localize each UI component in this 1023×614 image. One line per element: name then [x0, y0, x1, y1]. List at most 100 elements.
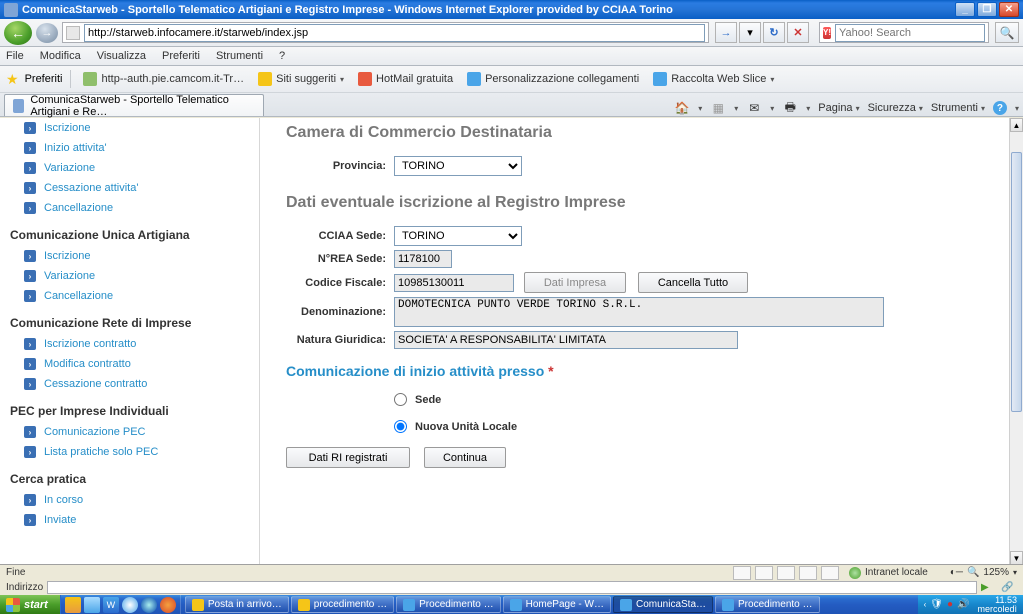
sidebar-item-art-variazione[interactable]: ›Variazione [8, 266, 251, 286]
task-homepage[interactable]: HomePage - W… [503, 596, 611, 613]
links-icon[interactable]: 🔗 [1001, 582, 1017, 593]
input-natura[interactable] [394, 331, 738, 349]
scroll-up-arrow[interactable]: ▲ [1010, 118, 1023, 132]
mail-icon[interactable]: ✉ [746, 100, 762, 116]
address-input[interactable] [84, 24, 705, 42]
fav-item-0[interactable]: http--auth.pie.camcom.it-Tr… [79, 70, 248, 88]
favorites-label[interactable]: Preferiti [25, 73, 63, 85]
feed-icon[interactable]: ▦ [710, 100, 726, 116]
tools-menu[interactable]: Strumenti▾ [931, 102, 985, 114]
ql-ie-icon[interactable] [141, 597, 157, 613]
back-button[interactable]: ← [4, 21, 32, 45]
sidebar-item-pec-com[interactable]: ›Comunicazione PEC [8, 422, 251, 442]
task-proc3[interactable]: Procedimento … [715, 596, 819, 613]
task-comunicasta[interactable]: ComunicaSta… [613, 596, 713, 613]
select-provincia[interactable]: TORINO [394, 156, 522, 176]
page-menu[interactable]: Pagina▾ [818, 102, 859, 114]
scroll-track[interactable] [1010, 132, 1023, 551]
search-input[interactable] [835, 24, 985, 42]
address-bar[interactable] [62, 22, 709, 43]
sidebar-item-iscrizione[interactable]: ›Iscrizione [8, 118, 251, 138]
sidebar-item-art-iscrizione[interactable]: ›Iscrizione [8, 246, 251, 266]
scroll-down-arrow[interactable]: ▼ [1010, 551, 1023, 565]
go-small-icon[interactable]: ▶ [981, 582, 997, 593]
radio-nuova-ul[interactable] [394, 420, 407, 433]
menu-edit[interactable]: Modifica [38, 49, 83, 63]
ql-desktop-icon[interactable] [84, 597, 100, 613]
button-continua[interactable]: Continua [424, 447, 506, 468]
sidebar-item-inviate[interactable]: ›Inviate [8, 510, 251, 530]
go-button[interactable]: → [715, 22, 737, 43]
menu-view[interactable]: Visualizza [95, 49, 148, 63]
textarea-denom[interactable]: DOMOTECNICA PUNTO VERDE TORINO S.R.L. [394, 297, 884, 327]
stop-button[interactable]: ✕ [787, 22, 809, 43]
scroll-thumb[interactable] [1011, 152, 1022, 412]
fav-item-2[interactable]: HotMail gratuita [354, 70, 457, 88]
content-area: ›Iscrizione ›Inizio attivita' ›Variazion… [0, 118, 1009, 565]
sidebar-item-in-corso[interactable]: ›In corso [8, 490, 251, 510]
sidebar-item-rete-cessazione[interactable]: ›Cessazione contratto [8, 374, 251, 394]
search-bar[interactable]: Y! [819, 22, 989, 43]
vertical-scrollbar[interactable]: ▲ ▼ [1009, 118, 1023, 565]
menu-file[interactable]: File [4, 49, 26, 63]
task-proc2[interactable]: Procedimento … [396, 596, 500, 613]
task-proc1[interactable]: procedimento … [291, 596, 394, 613]
address-box[interactable] [47, 581, 977, 594]
tray-icon[interactable]: ● [947, 599, 953, 610]
ql-media-icon[interactable] [122, 597, 138, 613]
tray-icon[interactable]: 🛡 [930, 599, 943, 610]
select-cciaa[interactable]: TORINO [394, 226, 522, 246]
menu-tools[interactable]: Strumenti [214, 49, 265, 63]
ie-icon [620, 599, 632, 611]
refresh-button[interactable]: ↻ [763, 22, 785, 43]
help-icon[interactable]: ? [993, 101, 1007, 115]
fav-item-4[interactable]: Raccolta Web Slice▾ [649, 70, 778, 88]
zoom-control[interactable]: ◐─ 🔍 125% ▾ [950, 567, 1017, 578]
task-icon [192, 599, 204, 611]
zoom-slider-icon[interactable]: ◐─ [950, 567, 963, 578]
tab-active[interactable]: ComunicaStarweb - Sportello Telematico A… [4, 94, 264, 116]
ql-firefox-icon[interactable] [160, 597, 176, 613]
sidebar-item-rete-iscrizione[interactable]: ›Iscrizione contratto [8, 334, 251, 354]
home-icon[interactable]: 🏠 [674, 100, 690, 116]
security-zone[interactable]: Intranet locale [849, 567, 928, 579]
minimize-button[interactable]: _ [955, 2, 975, 17]
tray-icon[interactable]: 🔊 [957, 599, 969, 610]
button-dati-ri[interactable]: Dati RI registrati [286, 447, 410, 468]
section-title-dati: Dati eventuale iscrizione al Registro Im… [286, 194, 999, 212]
menu-favorites[interactable]: Preferiti [160, 49, 202, 63]
fav-item-1[interactable]: Siti suggeriti▾ [254, 70, 348, 88]
system-tray[interactable]: ‹ 🛡 ● 🔊 11.53 mercoledì [918, 595, 1023, 614]
input-cf[interactable] [394, 274, 514, 292]
button-dati-impresa[interactable]: Dati Impresa [524, 272, 626, 293]
word-icon [403, 599, 415, 611]
sidebar-item-inizio-attivita[interactable]: ›Inizio attivita' [8, 138, 251, 158]
ql-word-icon[interactable]: W [103, 597, 119, 613]
arrow-icon: › [24, 250, 36, 262]
sidebar-item-variazione[interactable]: ›Variazione [8, 158, 251, 178]
input-nrea[interactable] [394, 250, 452, 268]
task-posta[interactable]: Posta in arrivo… [185, 596, 289, 613]
maximize-button[interactable]: ❐ [977, 2, 997, 17]
button-cancella-tutto[interactable]: Cancella Tutto [638, 272, 748, 293]
favorites-star-icon[interactable]: ★ [6, 71, 19, 88]
sidebar-item-art-cancellazione[interactable]: ›Cancellazione [8, 286, 251, 306]
menu-help[interactable]: ? [277, 49, 287, 63]
sidebar-heading-cerca: Cerca pratica [10, 472, 251, 486]
safety-menu[interactable]: Sicurezza▾ [868, 102, 923, 114]
refresh-dropdown[interactable]: ▾ [739, 22, 761, 43]
sidebar-item-rete-modifica[interactable]: ›Modifica contratto [8, 354, 251, 374]
start-button[interactable]: start [0, 595, 61, 614]
clock[interactable]: 11.53 mercoledì [977, 596, 1017, 614]
close-button[interactable]: ✕ [999, 2, 1019, 17]
radio-sede[interactable] [394, 393, 407, 406]
print-icon[interactable]: 🖶 [782, 100, 798, 116]
sidebar-item-pec-lista[interactable]: ›Lista pratiche solo PEC [8, 442, 251, 462]
forward-button[interactable]: → [36, 23, 58, 43]
sidebar-item-cessazione-attivita[interactable]: ›Cessazione attivita' [8, 178, 251, 198]
search-go-button[interactable]: 🔍 [995, 22, 1019, 43]
sidebar-item-cancellazione[interactable]: ›Cancellazione [8, 198, 251, 218]
fav-item-3[interactable]: Personalizzazione collegamenti [463, 70, 643, 88]
tray-collapse-icon[interactable]: ‹ [924, 600, 927, 609]
ql-outlook-icon[interactable] [65, 597, 81, 613]
